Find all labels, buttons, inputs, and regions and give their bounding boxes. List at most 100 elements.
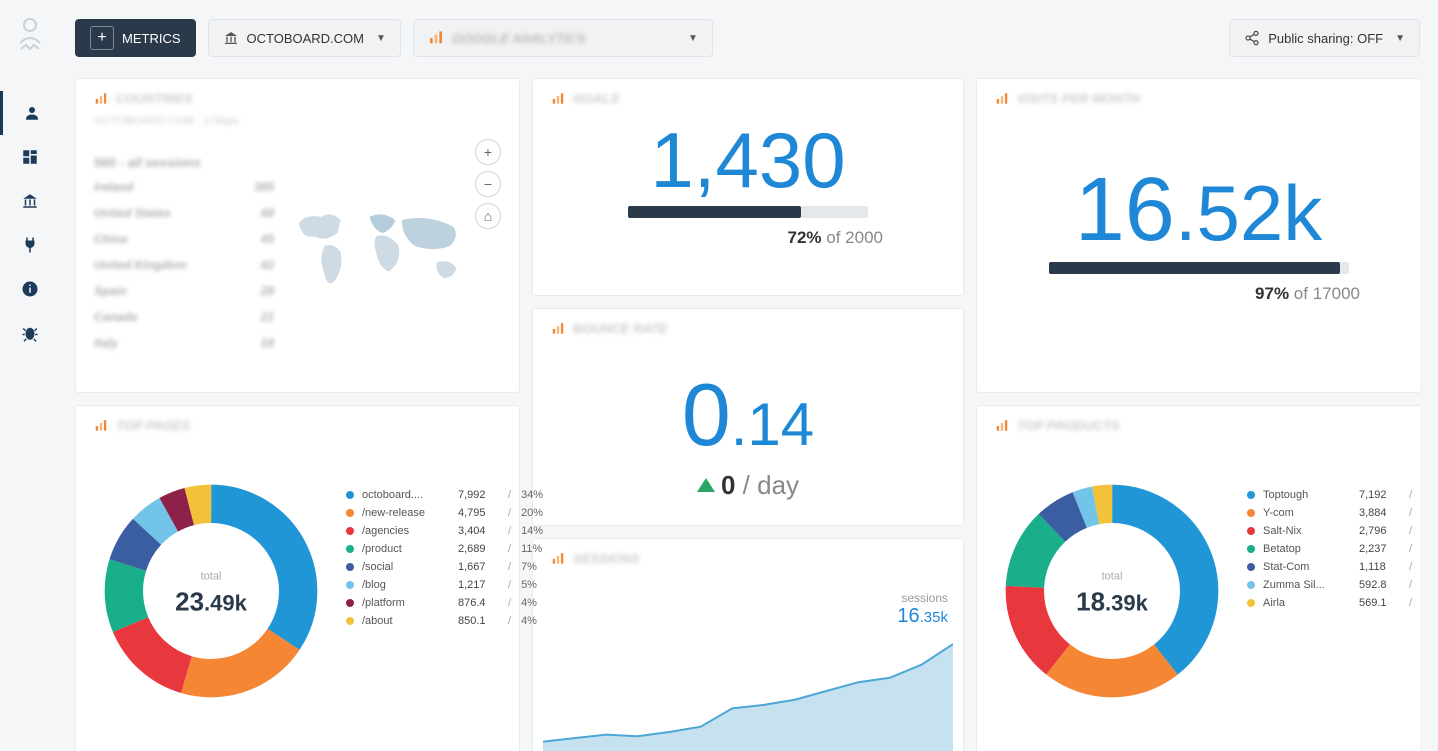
sessions-latest: sessions 16.35k bbox=[897, 591, 948, 628]
countries-list: 560 - all sessions bbox=[94, 149, 274, 176]
topbar: + METRICS OCTOBOARD.COM ▼ GOOGLE ANALYTI… bbox=[75, 18, 1420, 58]
sidebar-item-user[interactable] bbox=[0, 91, 60, 135]
legend-row: Stat-Com1,118/6% bbox=[1247, 558, 1420, 576]
countries-rows: Ireland385United States48China45United K… bbox=[94, 174, 274, 356]
analytics-icon bbox=[995, 419, 1009, 433]
sessions-chart bbox=[543, 637, 953, 751]
card-title: SESSIONS bbox=[573, 551, 639, 566]
metrics-label: METRICS bbox=[122, 31, 181, 46]
card-title: BOUNCE RATE bbox=[573, 321, 667, 336]
card-title: TOP PAGES bbox=[116, 418, 190, 433]
analytics-icon bbox=[94, 92, 108, 106]
legend-row: /social1,667/7% bbox=[346, 558, 543, 576]
sidebar-item-bug[interactable] bbox=[0, 311, 60, 355]
card-title: GOALS bbox=[573, 91, 619, 106]
bounce-value: 0.14 bbox=[533, 364, 963, 466]
sharing-button[interactable]: Public sharing: OFF ▼ bbox=[1229, 19, 1420, 57]
bounce-delta: 0 / day bbox=[533, 470, 963, 501]
list-item: United States48 bbox=[94, 200, 274, 226]
analytics-icon bbox=[995, 92, 1009, 106]
legend-row: Betatop2,237/12% bbox=[1247, 540, 1420, 558]
share-icon bbox=[1244, 30, 1260, 46]
logo bbox=[12, 15, 48, 51]
bug-icon bbox=[21, 324, 39, 342]
analytics-icon bbox=[551, 322, 565, 336]
list-item: Spain28 bbox=[94, 278, 274, 304]
card-title: TOP PRODUCTS bbox=[1017, 418, 1120, 433]
legend-row: /about850.1/4% bbox=[346, 612, 543, 630]
top-pages-donut: total 23.49k bbox=[96, 476, 326, 711]
sidebar bbox=[0, 0, 60, 751]
main: COUNTRIES OCTOBOARD.COM - 17days 560 - a… bbox=[75, 78, 1420, 751]
visits-progress bbox=[1049, 262, 1349, 274]
sidebar-item-info[interactable] bbox=[0, 267, 60, 311]
sessions-card: SESSIONS sessions 16.35k Jul 2018 Jul bbox=[532, 538, 964, 751]
world-map[interactable] bbox=[286, 139, 479, 372]
sharing-label: Public sharing: OFF bbox=[1268, 31, 1383, 46]
goals-percent: 72% bbox=[787, 228, 821, 247]
legend-row: /agencies3,404/14% bbox=[346, 522, 543, 540]
list-item: United Kingdom42 bbox=[94, 252, 274, 278]
list-item: Canada21 bbox=[94, 304, 274, 330]
visits-card: VISITS PER MONTH 16.52k 97% of 17000 bbox=[976, 78, 1420, 393]
plus-icon: + bbox=[90, 26, 114, 50]
donut-center: total 18.39k bbox=[1076, 570, 1148, 617]
list-item: China45 bbox=[94, 226, 274, 252]
up-arrow-icon bbox=[697, 478, 715, 492]
metrics-button[interactable]: + METRICS bbox=[75, 19, 196, 57]
logo-icon bbox=[15, 15, 45, 51]
legend-row: /product2,689/11% bbox=[346, 540, 543, 558]
top-pages-legend: octoboard....7,992/34%/new-release4,795/… bbox=[346, 486, 543, 630]
sidebar-item-dashboard[interactable] bbox=[0, 135, 60, 179]
map-icon bbox=[286, 139, 479, 372]
legend-row: /new-release4,795/20% bbox=[346, 504, 543, 522]
user-icon bbox=[23, 104, 41, 122]
analytics-selector-label: GOOGLE ANALYTICS bbox=[452, 31, 586, 46]
bounce-card: BOUNCE RATE 0.14 0 / day bbox=[532, 308, 964, 526]
legend-row: octoboard....7,992/34% bbox=[346, 486, 543, 504]
analytics-icon bbox=[428, 30, 444, 46]
goals-progress-fill bbox=[628, 206, 801, 218]
goals-progress-label: 72% of 2000 bbox=[787, 228, 883, 248]
analytics-icon bbox=[551, 92, 565, 106]
analytics-selector[interactable]: GOOGLE ANALYTICS ▼ bbox=[413, 19, 713, 57]
visits-progress-fill bbox=[1049, 262, 1340, 274]
goals-progress bbox=[628, 206, 868, 218]
card-title: VISITS PER MONTH bbox=[1017, 91, 1140, 106]
plug-icon bbox=[21, 236, 39, 254]
top-products-legend: Toptough7,192/39%Y-com3,884/21%Salt-Nix2… bbox=[1247, 486, 1420, 612]
top-products-card: TOP PRODUCTS total 18.39k Toptough7,192/… bbox=[976, 405, 1420, 751]
list-item: Italy19 bbox=[94, 330, 274, 356]
analytics-icon bbox=[551, 552, 565, 566]
legend-row: Salt-Nix2,796/15% bbox=[1247, 522, 1420, 540]
bank-icon bbox=[223, 30, 239, 46]
goals-value: 1,430 bbox=[533, 115, 963, 206]
top-products-donut: total 18.39k bbox=[997, 476, 1227, 711]
legend-row: Y-com3,884/21% bbox=[1247, 504, 1420, 522]
legend-row: Zumma Sil...592.8/3% bbox=[1247, 576, 1420, 594]
donut-center: total 23.49k bbox=[175, 570, 247, 617]
visits-target: 17000 bbox=[1313, 284, 1360, 303]
card-title: COUNTRIES bbox=[116, 91, 193, 106]
goals-card: GOALS 1,430 72% of 2000 bbox=[532, 78, 964, 296]
goals-target: 2000 bbox=[845, 228, 883, 247]
analytics-icon bbox=[94, 419, 108, 433]
site-selector[interactable]: OCTOBOARD.COM ▼ bbox=[208, 19, 401, 57]
top-pages-card: TOP PAGES total 23.49k octoboard....7,99… bbox=[75, 405, 520, 751]
chevron-down-icon: ▼ bbox=[376, 33, 386, 44]
bank-icon bbox=[21, 192, 39, 210]
site-selector-label: OCTOBOARD.COM bbox=[247, 31, 365, 46]
list-item: Ireland385 bbox=[94, 174, 274, 200]
visits-value: 16.52k bbox=[977, 159, 1420, 262]
chevron-down-icon: ▼ bbox=[688, 33, 698, 44]
legend-row: /blog1,217/5% bbox=[346, 576, 543, 594]
countries-subtitle: OCTOBOARD.COM - 17days bbox=[94, 115, 239, 127]
info-icon bbox=[21, 280, 39, 298]
sidebar-item-plug[interactable] bbox=[0, 223, 60, 267]
visits-percent: 97% bbox=[1255, 284, 1289, 303]
legend-row: /platform876.4/4% bbox=[346, 594, 543, 612]
legend-row: Airla569.1/3% bbox=[1247, 594, 1420, 612]
chevron-down-icon: ▼ bbox=[1395, 33, 1405, 44]
sidebar-item-bank[interactable] bbox=[0, 179, 60, 223]
visits-progress-label: 97% of 17000 bbox=[1255, 284, 1360, 304]
